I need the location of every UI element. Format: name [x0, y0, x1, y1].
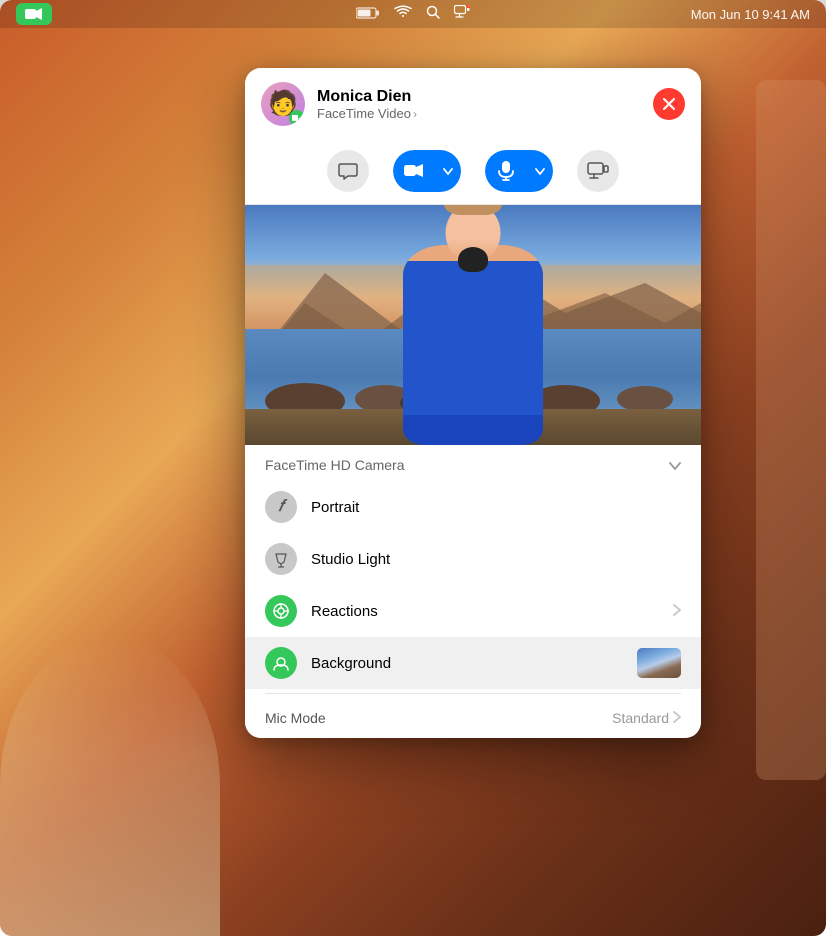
camera-label: FaceTime HD Camera: [265, 457, 405, 473]
menu-item-background[interactable]: Background: [245, 637, 701, 689]
mic-dropdown-button[interactable]: [527, 150, 553, 192]
reactions-label: Reactions: [311, 603, 659, 620]
mic-mode-standard: Standard: [612, 710, 669, 726]
video-button-group[interactable]: [393, 150, 461, 192]
menubar: ! Mon Jun 10 9:41 AM: [0, 0, 826, 28]
video-area: [245, 205, 701, 445]
screen-share-button[interactable]: [577, 150, 619, 192]
background-thumbnail: [637, 648, 681, 678]
chat-button[interactable]: [327, 150, 369, 192]
wifi-icon: [394, 5, 412, 24]
subtitle-chevron: ›: [413, 107, 417, 121]
close-button[interactable]: [653, 88, 685, 120]
search-icon-menubar[interactable]: [426, 5, 440, 24]
background-thumbnail-image: [637, 648, 681, 678]
background-icon: [265, 647, 297, 679]
mic-button-group[interactable]: [485, 150, 553, 192]
menu-item-studio-light[interactable]: Studio Light: [245, 533, 701, 585]
menu-item-portrait[interactable]: 𝑓 Portrait: [245, 481, 701, 533]
person-video: [393, 235, 553, 445]
person-scarf: [458, 247, 488, 272]
dropdown-menu: FaceTime HD Camera 𝑓 Portrait: [245, 445, 701, 738]
studio-light-label: Studio Light: [311, 551, 681, 568]
portrait-label: Portrait: [311, 499, 681, 516]
lamp-area: [0, 636, 220, 936]
camera-header[interactable]: FaceTime HD Camera: [245, 445, 701, 481]
mic-mode-chevron-icon: [673, 710, 681, 726]
portrait-icon: 𝑓: [265, 491, 297, 523]
divider: [265, 693, 681, 694]
controls-bar: [245, 140, 701, 205]
video-toggle-button[interactable]: [393, 150, 435, 192]
mic-mode-label: Mic Mode: [265, 710, 326, 726]
menubar-center: !: [356, 5, 470, 24]
mic-mode-value: Standard: [612, 710, 681, 726]
studio-light-icon: [265, 543, 297, 575]
facetime-badge: [289, 110, 305, 126]
person-body: [403, 245, 543, 445]
panel-header: 🧑 Monica Dien FaceTime Video ›: [245, 68, 701, 140]
avatar: 🧑: [261, 82, 305, 126]
background-label: Background: [311, 655, 623, 672]
reactions-icon: [265, 595, 297, 627]
menu-item-reactions[interactable]: Reactions: [245, 585, 701, 637]
menubar-right: Mon Jun 10 9:41 AM: [691, 7, 810, 22]
video-dropdown-button[interactable]: [435, 150, 461, 192]
reactions-chevron-icon: [673, 604, 681, 619]
battery-icon: [356, 7, 380, 22]
facetime-panel: 🧑 Monica Dien FaceTime Video ›: [245, 68, 701, 738]
contact-subtitle: FaceTime Video ›: [317, 106, 641, 121]
mic-mode-row[interactable]: Mic Mode Standard: [245, 698, 701, 738]
menubar-datetime: Mon Jun 10 9:41 AM: [691, 7, 810, 22]
camera-chevron-icon: [669, 458, 681, 473]
person-hair: [444, 205, 502, 215]
svg-text:!: !: [468, 5, 469, 8]
menubar-left: [16, 3, 52, 25]
contact-name: Monica Dien: [317, 87, 641, 106]
mic-toggle-button[interactable]: [485, 150, 527, 192]
screen-icon-menubar[interactable]: !: [454, 5, 470, 24]
contact-info: Monica Dien FaceTime Video ›: [317, 87, 641, 121]
facetime-menu-icon[interactable]: [16, 3, 52, 25]
video-scene: [245, 205, 701, 445]
